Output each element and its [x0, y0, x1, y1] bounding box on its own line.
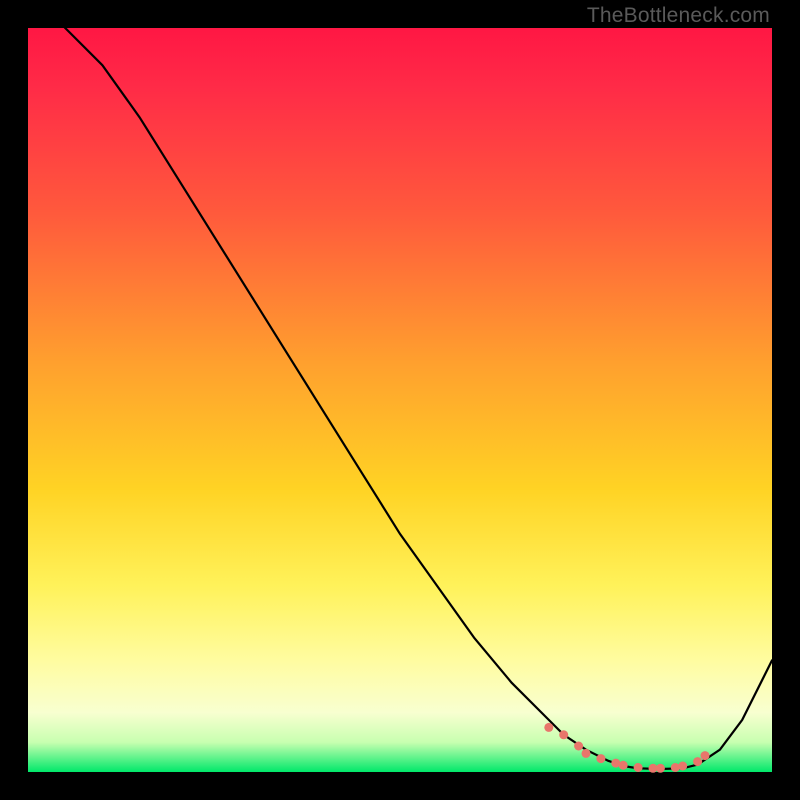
curve-marker	[574, 742, 583, 751]
curve-marker	[693, 757, 702, 766]
bottleneck-curve	[28, 0, 772, 769]
curve-marker	[678, 762, 687, 771]
curve-marker	[656, 764, 665, 773]
curve-marker	[596, 754, 605, 763]
curve-marker	[582, 749, 591, 758]
watermark-label: TheBottleneck.com	[587, 4, 770, 28]
curve-marker	[634, 763, 643, 772]
curve-marker	[671, 763, 680, 772]
chart-frame: TheBottleneck.com	[0, 0, 800, 800]
curve-marker	[544, 723, 553, 732]
curve-marker	[619, 761, 628, 770]
curve-marker	[701, 751, 710, 760]
chart-svg	[28, 28, 772, 772]
curve-markers	[544, 723, 709, 773]
curve-marker	[559, 730, 568, 739]
